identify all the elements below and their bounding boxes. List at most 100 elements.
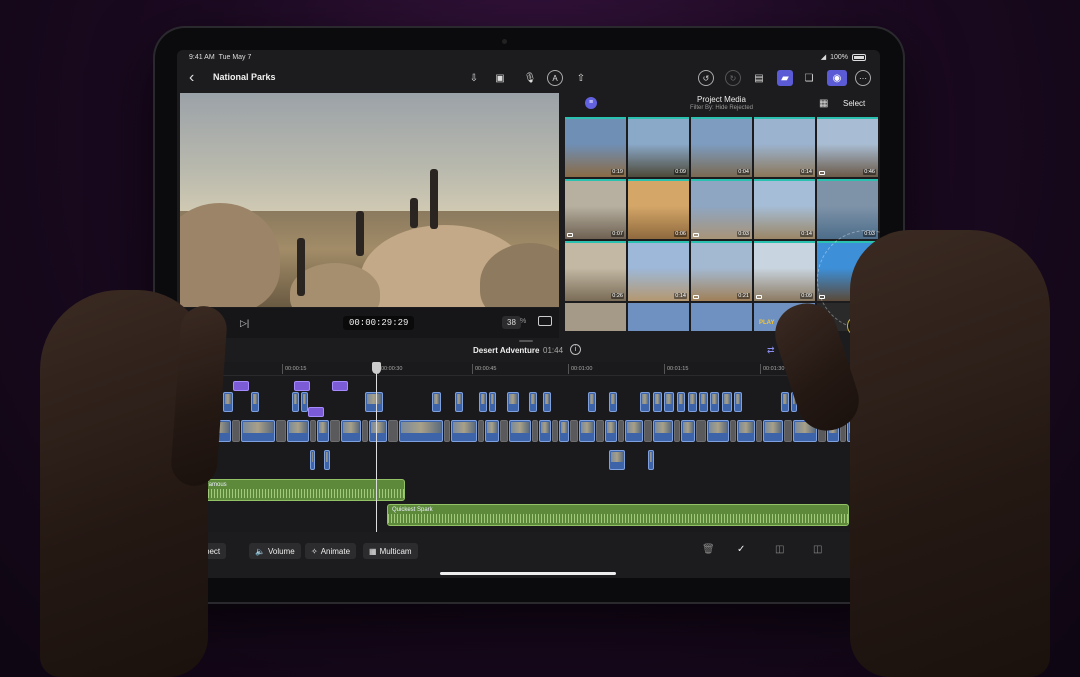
video-clip[interactable] [485,420,499,442]
snapping-icon[interactable]: ⇄ [767,345,775,356]
video-clip[interactable] [399,420,443,442]
timeline-gap[interactable] [388,420,398,442]
video-clip[interactable] [324,450,330,470]
media-thumbnail[interactable]: 0:09 [754,241,815,301]
media-thumbnail[interactable] [691,303,752,331]
fullscreen-icon[interactable] [538,316,552,326]
redo-icon[interactable]: ↻ [725,70,741,86]
video-clip[interactable] [653,392,662,412]
undo-icon[interactable]: ↺ [698,70,714,86]
timeline-gap[interactable] [232,420,240,442]
microphone-icon[interactable]: 🎙 [522,70,538,86]
video-clip[interactable] [301,392,308,412]
photos-icon[interactable]: ▰ [777,70,793,86]
video-clip[interactable] [688,392,697,412]
video-clip[interactable] [341,420,361,442]
timeline[interactable]: 00:00:15 00:00:30 00:00:45 00:01:00 00:0… [177,362,880,532]
camera-icon[interactable]: ▣ [492,70,508,86]
media-thumbnail[interactable]: 0:09 [628,117,689,177]
timeline-gap[interactable] [696,420,706,442]
inspector-icon[interactable]: ▤ [751,70,767,86]
timeline-gap[interactable] [500,420,508,442]
video-clip[interactable] [677,392,685,412]
title-clip[interactable] [294,381,310,391]
video-clip[interactable] [681,420,695,442]
more-icon[interactable]: ⋯ [855,70,871,86]
video-clip[interactable] [369,420,387,442]
video-clip[interactable] [509,420,531,442]
title-clip[interactable] [308,407,324,417]
video-clip[interactable] [241,420,275,442]
video-clip[interactable] [310,450,315,470]
video-viewer[interactable] [180,93,559,307]
video-clip[interactable] [653,420,673,442]
media-thumbnail[interactable]: 0:19 [565,117,626,177]
video-clip[interactable] [648,450,654,470]
detach-icon[interactable]: ◫ [813,544,822,555]
multicam-icon[interactable]: ◉ [827,70,847,86]
video-clip[interactable] [609,450,625,470]
share-icon[interactable]: ⇧ [573,70,589,86]
video-clip[interactable] [710,392,719,412]
video-clip[interactable] [543,392,551,412]
video-clip[interactable] [317,420,329,442]
video-clip[interactable] [287,420,309,442]
multicam-button[interactable]: ▦ Multicam [363,543,418,559]
video-clip[interactable] [479,392,487,412]
video-clip[interactable] [625,420,643,442]
timeline-gap[interactable] [596,420,604,442]
video-clip[interactable] [365,392,383,412]
video-clip[interactable] [559,420,569,442]
video-clip[interactable] [588,392,596,412]
export-icon[interactable]: ⇩ [466,70,482,86]
media-thumbnail[interactable]: 0:46 [817,117,878,177]
zoom-value[interactable]: 38 [502,316,521,329]
title-clip[interactable] [233,381,249,391]
info-icon[interactable]: i [570,344,581,355]
media-thumbnail[interactable]: 0:26 [565,241,626,301]
title-icon[interactable]: A [547,70,563,86]
media-thumbnail[interactable]: 0:06 [628,179,689,239]
media-thumbnail[interactable]: 0:04 [691,117,752,177]
playhead[interactable] [376,362,377,532]
timeline-gap[interactable] [730,420,736,442]
media-thumbnail[interactable]: 0:07 [565,179,626,239]
video-clip[interactable] [489,392,496,412]
video-clip[interactable] [223,392,233,412]
video-clip[interactable] [529,392,537,412]
timeline-gap[interactable] [552,420,558,442]
animate-button[interactable]: ✧ Animate [305,543,357,559]
timeline-gap[interactable] [784,420,792,442]
timeline-gap[interactable] [756,420,762,442]
video-clip[interactable] [763,420,783,442]
video-clip[interactable] [451,420,477,442]
timeline-gap[interactable] [644,420,652,442]
video-clip[interactable] [722,392,732,412]
timeline-gap[interactable] [532,420,538,442]
title-clip[interactable] [332,381,348,391]
video-clip[interactable] [605,420,617,442]
volume-button[interactable]: 🔈 Volume [249,543,301,559]
select-button[interactable]: Select [843,99,865,108]
video-clip[interactable] [292,392,299,412]
video-clip[interactable] [609,392,617,412]
video-clip[interactable] [699,392,708,412]
video-clip[interactable] [781,392,789,412]
checkmark-icon[interactable]: ✓ [737,544,745,555]
video-clip[interactable] [432,392,441,412]
video-clip[interactable] [579,420,595,442]
resize-handle[interactable] [519,340,533,342]
media-thumbnail[interactable]: 0:21 [691,241,752,301]
trash-icon[interactable]: 🗑 [702,544,715,555]
skip-next-icon[interactable]: ▷| [240,318,249,329]
media-thumbnail[interactable]: 0:14 [754,117,815,177]
media-thumbnail[interactable] [565,303,626,331]
timeline-gap[interactable] [444,420,450,442]
media-thumbnail[interactable]: 0:03 [691,179,752,239]
media-thumbnail[interactable]: 0:14 [628,241,689,301]
video-clip[interactable] [664,392,674,412]
media-thumbnail[interactable] [628,303,689,331]
audio-clip[interactable]: actically Famous [177,479,405,501]
video-clip[interactable] [455,392,463,412]
timeline-gap[interactable] [276,420,286,442]
